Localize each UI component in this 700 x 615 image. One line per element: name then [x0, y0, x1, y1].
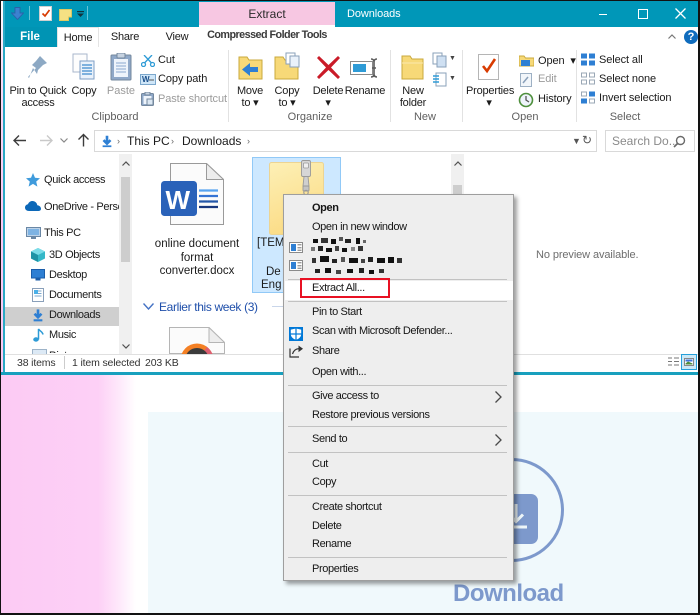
svg-text:W: W — [142, 75, 150, 84]
svg-text:W: W — [166, 185, 191, 215]
